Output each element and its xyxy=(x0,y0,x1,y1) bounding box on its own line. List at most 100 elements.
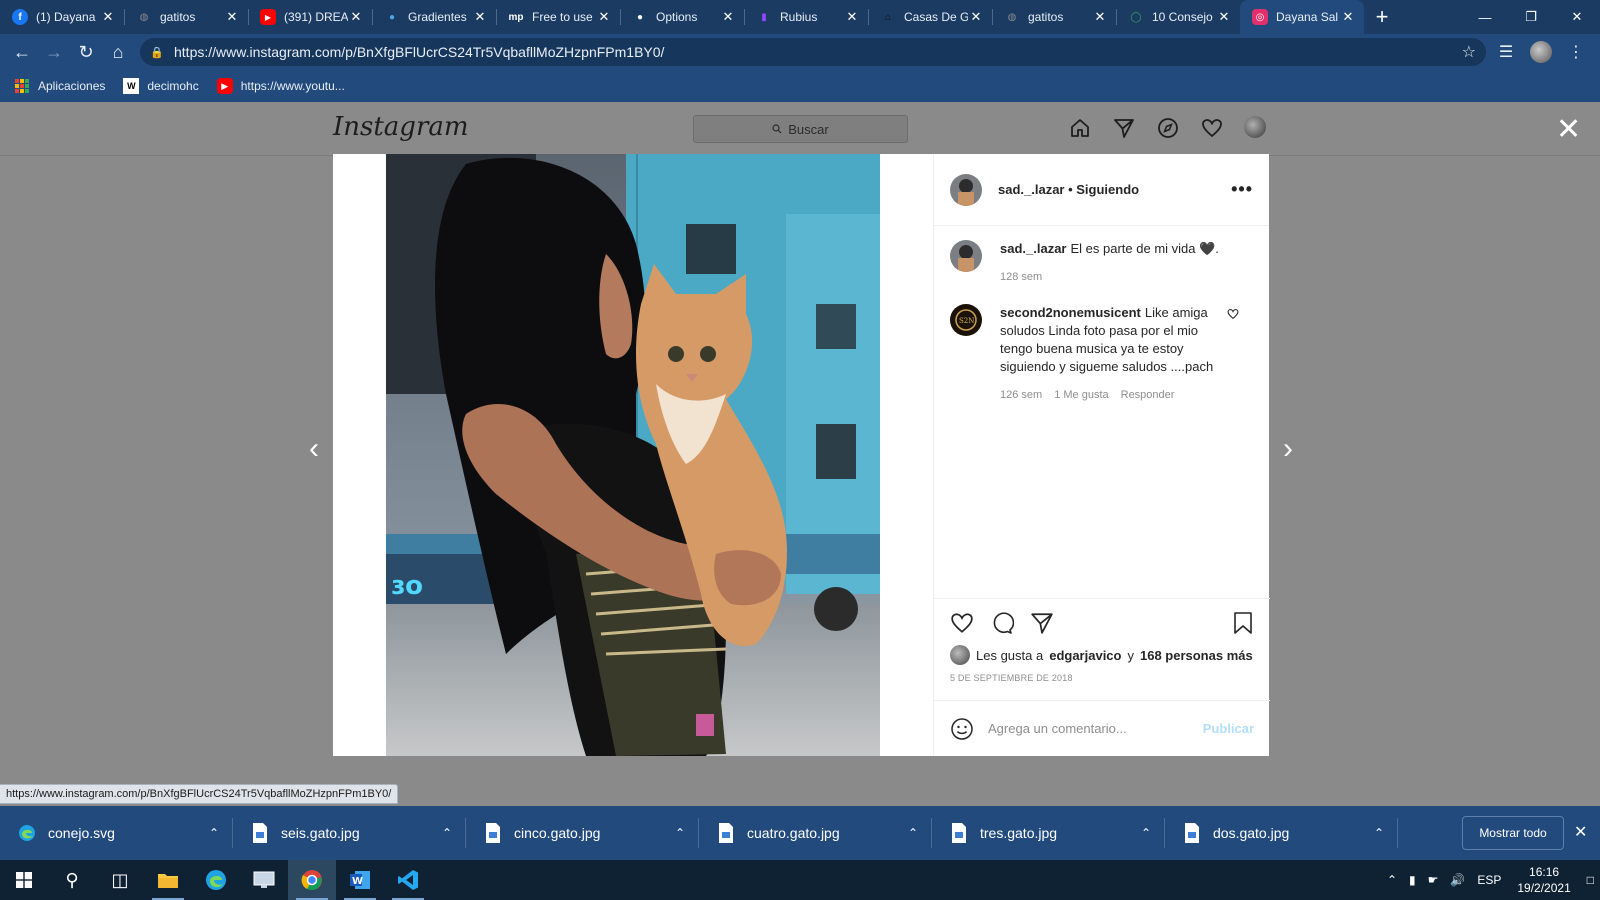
download-item[interactable]: tres.gato.jpg ⌃ xyxy=(932,806,1165,860)
close-tab-icon[interactable]: ✕ xyxy=(596,9,612,25)
close-tab-icon[interactable]: ✕ xyxy=(968,9,984,25)
download-item[interactable]: cuatro.gato.jpg ⌃ xyxy=(699,806,932,860)
browser-tab[interactable]: ◍ gatitos ✕ xyxy=(992,0,1116,34)
volume-icon[interactable]: 🔊 xyxy=(1444,873,1471,887)
author-avatar[interactable] xyxy=(950,240,982,272)
search-input[interactable]: Buscar xyxy=(693,115,908,143)
browser-tab[interactable]: ◍ gatitos ✕ xyxy=(124,0,248,34)
post-photo[interactable]: ɜo xyxy=(386,154,880,756)
battery-icon[interactable]: ▮ xyxy=(1403,873,1422,887)
post-date[interactable]: 5 de septiembre de 2018 xyxy=(950,673,1254,683)
profile-avatar[interactable] xyxy=(1244,116,1266,138)
comment-age[interactable]: 126 sem xyxy=(1000,386,1042,404)
close-tab-icon[interactable]: ✕ xyxy=(720,9,736,25)
word-icon[interactable]: W xyxy=(336,860,384,900)
close-downloads-icon[interactable]: ✕ xyxy=(1574,822,1587,842)
browser-tab[interactable]: ▶ (391) DREA ✕ xyxy=(248,0,372,34)
like-heart-icon[interactable] xyxy=(950,611,974,638)
reply-button[interactable]: Responder xyxy=(1121,386,1175,404)
previous-post-arrow[interactable]: ‹ xyxy=(302,432,326,465)
profile-avatar[interactable] xyxy=(1530,41,1552,63)
comment-username[interactable]: second2nonemusicent xyxy=(1000,305,1141,320)
close-modal-button[interactable]: ✕ xyxy=(1556,115,1581,145)
edge-browser-icon[interactable] xyxy=(192,860,240,900)
share-icon[interactable] xyxy=(1030,611,1054,638)
bookmark-youtube[interactable]: ▶ https://www.youtu... xyxy=(216,78,345,94)
liker-username[interactable]: edgarjavico xyxy=(1049,648,1121,663)
chevron-up-icon[interactable]: ⌃ xyxy=(442,826,452,840)
chevron-up-icon[interactable]: ⌃ xyxy=(1374,826,1384,840)
close-tab-icon[interactable]: ✕ xyxy=(1340,9,1356,25)
next-post-arrow[interactable]: › xyxy=(1276,432,1300,465)
close-window-button[interactable]: ✕ xyxy=(1554,0,1600,34)
instagram-logo[interactable]: Instagram xyxy=(333,112,469,142)
new-tab-button[interactable]: + xyxy=(1364,0,1400,34)
download-item[interactable]: conejo.svg ⌃ xyxy=(0,806,233,860)
notifications-icon[interactable]: □ xyxy=(1581,873,1600,887)
language-indicator[interactable]: ESP xyxy=(1471,873,1507,887)
close-tab-icon[interactable]: ✕ xyxy=(348,9,364,25)
chevron-up-icon[interactable]: ⌃ xyxy=(1141,826,1151,840)
close-tab-icon[interactable]: ✕ xyxy=(1092,9,1108,25)
search-icon[interactable]: ⚲ xyxy=(48,860,96,900)
browser-tab[interactable]: ◯ 10 Consejo ✕ xyxy=(1116,0,1240,34)
author-avatar[interactable] xyxy=(950,173,982,206)
reload-button[interactable]: ↻ xyxy=(70,36,102,68)
chrome-browser-icon[interactable] xyxy=(288,860,336,900)
close-tab-icon[interactable]: ✕ xyxy=(224,9,240,25)
chevron-up-icon[interactable]: ⌃ xyxy=(675,826,685,840)
wifi-icon[interactable]: ☛ xyxy=(1422,873,1445,887)
comment-like-count[interactable]: 1 Me gusta xyxy=(1054,386,1108,404)
show-all-downloads-button[interactable]: Mostrar todo xyxy=(1462,816,1564,850)
chevron-up-icon[interactable]: ⌃ xyxy=(908,826,918,840)
back-button[interactable]: ← xyxy=(6,36,38,68)
publish-button[interactable]: Publicar xyxy=(1203,721,1254,736)
comment-bubble-icon[interactable] xyxy=(990,611,1015,638)
comment-input[interactable]: Agrega un comentario... xyxy=(988,721,1203,736)
activity-heart-icon[interactable] xyxy=(1200,116,1224,140)
download-item[interactable]: cinco.gato.jpg ⌃ xyxy=(466,806,699,860)
browser-tab[interactable]: ▮ Rubius ✕ xyxy=(744,0,868,34)
caption-username[interactable]: sad._.lazar xyxy=(1000,241,1067,256)
chevron-up-icon[interactable]: ⌃ xyxy=(1381,873,1403,887)
home-button[interactable]: ⌂ xyxy=(102,36,134,68)
browser-tab[interactable]: ● Gradientes ✕ xyxy=(372,0,496,34)
liker-avatar[interactable] xyxy=(950,645,970,665)
comment-like-heart-icon[interactable] xyxy=(1227,308,1239,323)
clock[interactable]: 16:16 19/2/2021 xyxy=(1507,864,1580,896)
windows-start-icon[interactable] xyxy=(0,860,48,900)
download-item[interactable]: seis.gato.jpg ⌃ xyxy=(233,806,466,860)
file-explorer-icon[interactable] xyxy=(144,860,192,900)
close-tab-icon[interactable]: ✕ xyxy=(844,9,860,25)
browser-tab[interactable]: ● Options ✕ xyxy=(620,0,744,34)
author-username-follow[interactable]: sad._.lazar • Siguiendo xyxy=(998,182,1231,197)
browser-tab[interactable]: ⌂ Casas De G ✕ xyxy=(868,0,992,34)
vscode-icon[interactable] xyxy=(384,860,432,900)
media-control-icon[interactable]: ☰ xyxy=(1492,38,1520,66)
close-tab-icon[interactable]: ✕ xyxy=(100,9,116,25)
chevron-up-icon[interactable]: ⌃ xyxy=(209,826,219,840)
more-options-icon[interactable]: ••• xyxy=(1231,179,1253,200)
remote-desktop-icon[interactable] xyxy=(240,860,288,900)
likes-others-link[interactable]: 168 personas más xyxy=(1140,648,1253,663)
browser-menu-icon[interactable]: ⋮ xyxy=(1562,38,1590,66)
browser-tab[interactable]: ◎ Dayana Sal ✕ xyxy=(1240,0,1364,34)
browser-tab[interactable]: f (1) Dayana ✕ xyxy=(0,0,124,34)
close-tab-icon[interactable]: ✕ xyxy=(472,9,488,25)
bookmark-apps[interactable]: Aplicaciones xyxy=(14,78,105,94)
save-bookmark-icon[interactable] xyxy=(1232,611,1254,638)
bookmark-wix[interactable]: W decimohc xyxy=(123,78,199,94)
caption-age[interactable]: 128 sem xyxy=(1000,268,1042,286)
close-tab-icon[interactable]: ✕ xyxy=(1216,9,1232,25)
explore-icon[interactable] xyxy=(1156,116,1180,140)
download-item[interactable]: dos.gato.jpg ⌃ xyxy=(1165,806,1398,860)
direct-message-icon[interactable] xyxy=(1112,116,1136,140)
restore-button[interactable]: ❐ xyxy=(1508,0,1554,34)
bookmark-star-icon[interactable]: ☆ xyxy=(1462,42,1476,62)
commenter-avatar[interactable]: S2N xyxy=(950,304,982,336)
minimize-button[interactable]: — xyxy=(1462,0,1508,34)
browser-tab[interactable]: mp Free to use ✕ xyxy=(496,0,620,34)
forward-button[interactable]: → xyxy=(38,36,70,68)
home-icon[interactable] xyxy=(1068,116,1092,140)
task-view-icon[interactable]: ◫ xyxy=(96,860,144,900)
